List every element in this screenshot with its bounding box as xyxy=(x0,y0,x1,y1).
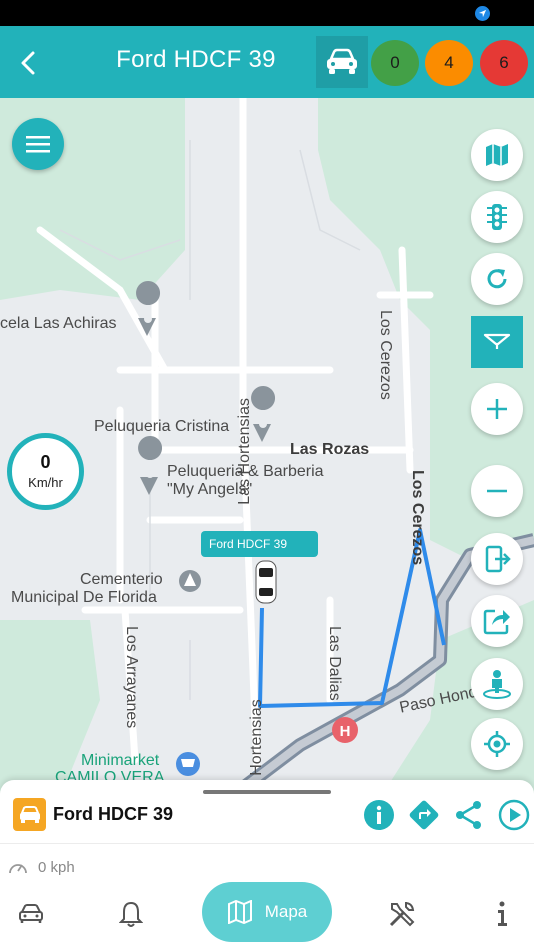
exit-icon xyxy=(485,545,511,573)
map-icon xyxy=(227,900,252,924)
nav-tools[interactable] xyxy=(386,898,418,930)
speedometer-icon xyxy=(9,864,27,874)
share-button[interactable] xyxy=(452,798,486,832)
car-icon xyxy=(13,798,46,831)
tools-icon xyxy=(389,902,415,927)
sheet-drag-handle[interactable] xyxy=(203,790,331,794)
menu-button[interactable] xyxy=(12,118,64,170)
back-arrow-icon[interactable] xyxy=(14,48,44,78)
nav-info[interactable] xyxy=(486,898,518,930)
place-label: cela Las Achiras xyxy=(0,315,117,332)
nav-alerts[interactable] xyxy=(115,898,147,930)
place-label: Peluqueria & Barberia xyxy=(167,463,324,480)
street-label: Las Dalias xyxy=(326,626,343,701)
zoom-in-button[interactable] xyxy=(471,383,523,435)
place-label: Municipal De Florida xyxy=(11,589,157,606)
traffic-light-icon xyxy=(487,204,507,230)
speed-text: 0 kph xyxy=(38,858,75,876)
zoom-out-icon xyxy=(487,489,507,493)
map-type-button[interactable] xyxy=(471,129,523,181)
nav-map[interactable]: Mapa xyxy=(202,882,332,942)
share-square-icon xyxy=(483,609,510,635)
street-label: Los Cerezos xyxy=(377,310,394,400)
map-icon xyxy=(486,144,508,166)
car-icon xyxy=(327,48,357,74)
place-label: Minimarket xyxy=(81,752,160,769)
place-label: Peluqueria Cristina xyxy=(94,418,230,435)
bell-icon xyxy=(119,901,143,927)
street-label: Los Cerezos xyxy=(409,470,426,566)
share-icon xyxy=(456,801,481,829)
vehicle-map-tag[interactable]: Ford HDCF 39 xyxy=(201,531,318,557)
directions-button[interactable] xyxy=(407,798,441,832)
nav-vehicles[interactable] xyxy=(15,898,47,930)
my-location-icon xyxy=(484,731,510,757)
status-count-green[interactable]: 0 xyxy=(371,40,419,86)
traffic-button[interactable] xyxy=(471,191,523,243)
status-count-orange[interactable]: 4 xyxy=(425,40,473,86)
refresh-icon xyxy=(487,269,507,289)
street-label: Las Rozas xyxy=(290,441,370,458)
location-status-icon xyxy=(475,6,490,21)
svg-text:H: H xyxy=(340,723,351,740)
place-label: "My Angels" xyxy=(167,481,253,498)
vehicle-name: Ford HDCF 39 xyxy=(53,804,174,824)
refresh-button[interactable] xyxy=(471,253,523,305)
page-title: Ford HDCF 39 xyxy=(116,46,276,73)
directions-icon xyxy=(409,800,439,830)
divider xyxy=(0,843,534,844)
bottom-nav: Mapa xyxy=(0,880,534,950)
nav-map-label: Mapa xyxy=(264,902,308,921)
place-label: Cementerio xyxy=(80,571,163,588)
map-view[interactable]: H Las Hortensias cela Las Achiras Los Ce… xyxy=(0,98,534,798)
exit-button[interactable] xyxy=(471,533,523,585)
vehicle-type-button[interactable] xyxy=(316,36,368,88)
speed-gauge: 0 Km/hr xyxy=(7,433,84,510)
vehicle-marker xyxy=(255,560,277,604)
zoom-in-icon xyxy=(487,399,507,419)
street-view-icon xyxy=(483,670,511,699)
vehicle-row: Ford HDCF 39 xyxy=(0,798,534,844)
info-icon xyxy=(364,800,394,830)
status-bar xyxy=(0,0,534,26)
play-history-button[interactable] xyxy=(497,798,531,832)
filter-button[interactable] xyxy=(471,316,523,368)
play-icon xyxy=(498,799,530,831)
status-count-red[interactable]: 6 xyxy=(480,40,528,86)
street-view-button[interactable] xyxy=(471,658,523,710)
speed-unit: Km/hr xyxy=(28,475,63,490)
info-icon xyxy=(498,901,507,926)
app-bar: Ford HDCF 39 0 4 6 xyxy=(0,26,534,98)
my-location-button[interactable] xyxy=(471,718,523,770)
car-icon xyxy=(19,904,43,923)
share-location-button[interactable] xyxy=(471,595,523,647)
funnel-icon xyxy=(483,333,511,349)
zoom-out-button[interactable] xyxy=(471,465,523,517)
street-label: Los Arrayanes xyxy=(123,626,140,729)
speed-row: 0 kph xyxy=(8,857,75,877)
hamburger-icon xyxy=(26,136,50,153)
info-button[interactable] xyxy=(362,798,396,832)
speed-value: 0 xyxy=(40,452,51,472)
